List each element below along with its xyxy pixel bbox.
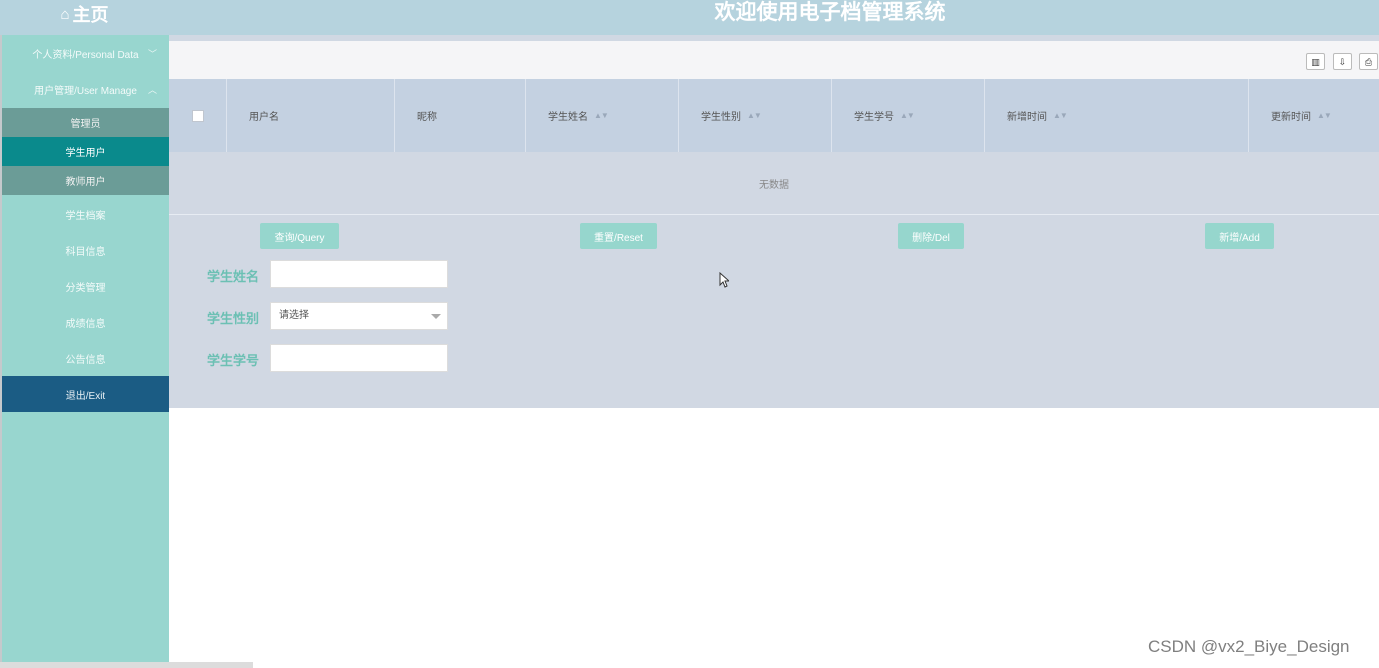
- app-title: 欢迎使用电子档管理系统: [714, 1, 946, 24]
- student-number-label: 学生学号: [207, 353, 260, 368]
- chevron-down-icon: ﹀: [147, 48, 157, 59]
- add-button[interactable]: 新增/Add: [1205, 223, 1274, 249]
- student-name-input[interactable]: [270, 260, 448, 288]
- top-header: ⌂ 主页 欢迎使用电子档管理系统: [0, 0, 1379, 35]
- column-header-student-gender[interactable]: 学生性别 ▲▼: [678, 79, 831, 152]
- delete-button[interactable]: 删除/Del: [898, 223, 964, 249]
- export-icon[interactable]: ⇩: [1333, 53, 1352, 70]
- sidebar-item-subject-info[interactable]: 科目信息: [2, 232, 169, 268]
- home-link[interactable]: ⌂ 主页: [0, 0, 169, 28]
- student-number-input[interactable]: [270, 344, 448, 372]
- student-gender-select[interactable]: 请选择: [270, 302, 448, 330]
- table-toolbar: ▥ ⇩ ⎙: [169, 41, 1379, 79]
- print-icon[interactable]: ⎙: [1359, 53, 1378, 70]
- student-name-label: 学生姓名: [207, 269, 260, 284]
- home-icon: ⌂: [60, 5, 70, 23]
- column-header-created-time[interactable]: 新增时间 ▲▼: [984, 79, 1248, 152]
- gender-selected-value: 请选择: [279, 310, 309, 321]
- sidebar: 个人资料/Personal Data ﹀ 用户管理/User Manage ︿ …: [0, 35, 169, 668]
- column-header-username: 用户名: [226, 79, 394, 152]
- empty-text: 无数据: [759, 179, 789, 191]
- sort-icon[interactable]: ▲▼: [747, 111, 762, 120]
- sidebar-item-notice-info[interactable]: 公告信息: [2, 340, 169, 376]
- sidebar-item-label: 个人资料/Personal Data: [32, 49, 139, 61]
- user-manage-submenu: 管理员 学生用户 教师用户: [2, 108, 169, 195]
- query-button[interactable]: 查询/Query: [260, 223, 339, 249]
- select-all-cell: [169, 79, 226, 152]
- sort-icon[interactable]: ▲▼: [1053, 111, 1068, 120]
- sidebar-item-exit[interactable]: 退出/Exit: [2, 376, 169, 412]
- sidebar-item-label: 用户管理/User Manage: [34, 85, 137, 97]
- sidebar-item-student-archive[interactable]: 学生档案: [2, 196, 169, 232]
- sidebar-item-personal-data[interactable]: 个人资料/Personal Data ﹀: [2, 35, 169, 71]
- sort-icon[interactable]: ▲▼: [900, 111, 915, 120]
- table-empty-row: 无数据: [169, 152, 1379, 215]
- submenu-item-student-user[interactable]: 学生用户: [2, 137, 169, 166]
- home-label: 主页: [72, 5, 109, 25]
- watermark: CSDN @vx2_Biye_Design: [1148, 637, 1350, 656]
- sort-icon[interactable]: ▲▼: [594, 111, 609, 120]
- table-header: 用户名 昵称 学生姓名 ▲▼ 学生性别 ▲▼ 学生学号 ▲▼ 新增时间 ▲▼ 更新时间 ▲…: [169, 79, 1379, 152]
- horizontal-scrollbar[interactable]: [0, 662, 253, 668]
- select-all-checkbox[interactable]: [191, 109, 204, 122]
- search-panel: 查询/Query 重置/Reset 删除/Del 新增/Add 学生姓名 学生性…: [169, 215, 1379, 408]
- chevron-down-icon: [431, 314, 441, 319]
- column-header-student-name[interactable]: 学生姓名 ▲▼: [525, 79, 678, 152]
- sort-icon[interactable]: ▲▼: [1317, 111, 1332, 120]
- column-header-student-number[interactable]: 学生学号 ▲▼: [831, 79, 984, 152]
- sidebar-item-category[interactable]: 分类管理: [2, 268, 169, 304]
- column-header-nickname: 昵称: [394, 79, 525, 152]
- sidebar-item-score-info[interactable]: 成绩信息: [2, 304, 169, 340]
- submenu-item-admin[interactable]: 管理员: [2, 108, 169, 137]
- columns-icon[interactable]: ▥: [1306, 53, 1325, 70]
- student-gender-label: 学生性别: [207, 311, 260, 326]
- chevron-up-icon: ︿: [147, 84, 157, 95]
- submenu-item-teacher-user[interactable]: 教师用户: [2, 166, 169, 195]
- sidebar-item-user-manage[interactable]: 用户管理/User Manage ︿: [2, 71, 169, 107]
- column-header-updated-time[interactable]: 更新时间 ▲▼: [1248, 79, 1379, 152]
- reset-button[interactable]: 重置/Reset: [580, 223, 657, 249]
- mouse-cursor-icon: [719, 272, 729, 288]
